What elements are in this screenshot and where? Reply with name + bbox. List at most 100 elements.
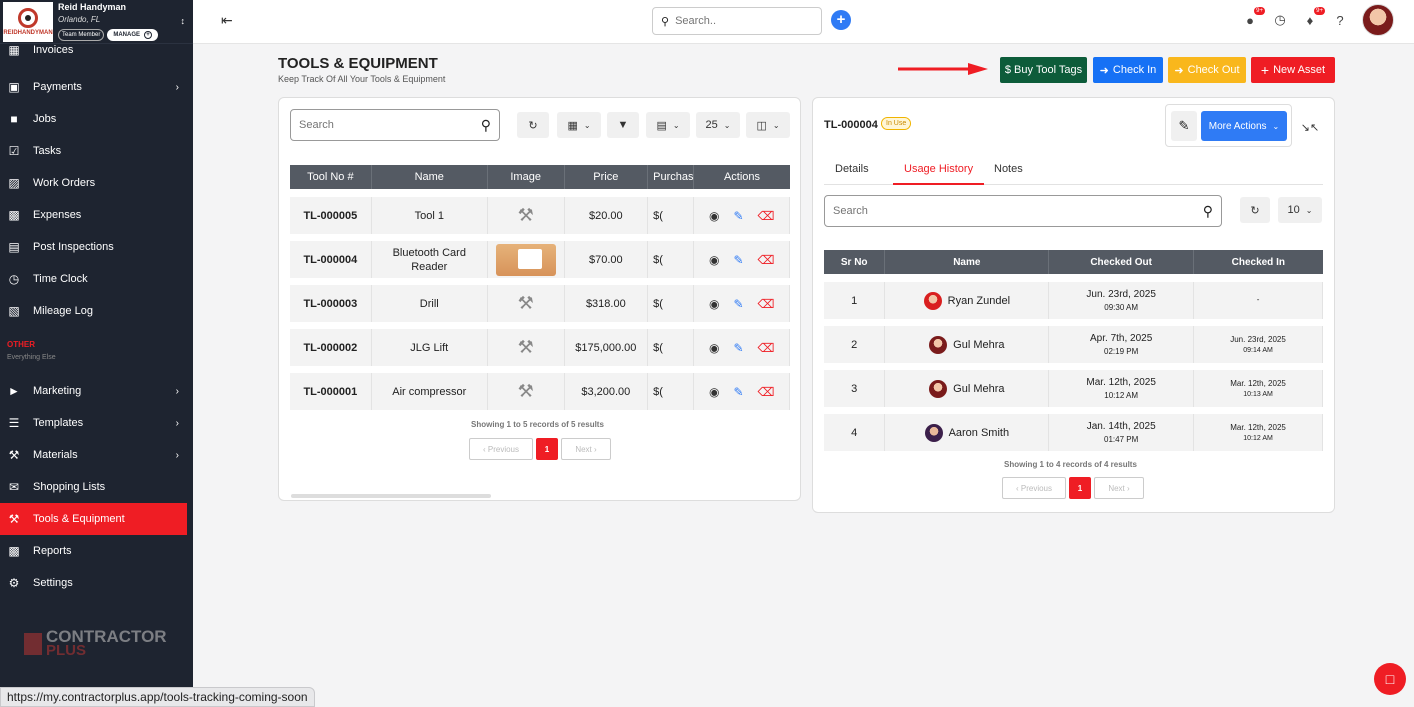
sidebar-item-jobs[interactable]: ■ Jobs (0, 103, 187, 135)
inspection-icon: ▤ (8, 240, 20, 254)
sidebar-item-payments[interactable]: ▣ Payments › (0, 71, 187, 103)
tools-search[interactable]: ⚲ (290, 109, 500, 141)
chevron-right-icon: › (175, 385, 179, 397)
table-row[interactable]: TL-000004 Bluetooth Card Reader $70.00 $… (290, 241, 790, 278)
column-header[interactable]: Price (564, 165, 649, 189)
column-header[interactable]: Purchas (647, 165, 695, 189)
page-1-button[interactable]: 1 (1069, 477, 1091, 499)
column-header[interactable]: Name (884, 250, 1050, 274)
sidebar-item-reports[interactable]: ▩ Reports (0, 535, 187, 567)
page-1-button[interactable]: 1 (536, 438, 558, 460)
view-dropdown[interactable]: ▤ ⌄ (646, 112, 690, 138)
page-size-select[interactable]: 25 ⌄ (696, 112, 740, 138)
sidebar-item-tools-equipment[interactable]: ⚒ Tools & Equipment (0, 503, 187, 535)
tool-thumbnail[interactable] (495, 243, 556, 276)
sidebar-item-settings[interactable]: ⚙ Settings (0, 567, 187, 599)
columns-dropdown[interactable]: ▦ ⌄ (557, 112, 601, 138)
tools-placeholder-icon: ⚒ (517, 293, 534, 313)
column-header[interactable]: Image (487, 165, 565, 189)
search-icon: ⚲ (480, 116, 491, 133)
table-row[interactable]: 2 Gul Mehra Apr. 7th, 2025 02:19 PM Jun. … (824, 326, 1323, 363)
page-size-select[interactable]: 10 ⌄ (1278, 197, 1322, 223)
edit-tool-button[interactable]: ✎ (1171, 111, 1197, 141)
sidebar-item-time-clock[interactable]: ◷ Time Clock (0, 263, 187, 295)
filter-button[interactable]: ▼ (607, 112, 639, 138)
clock-icon[interactable]: ◷ (1272, 12, 1288, 28)
horizontal-scrollbar[interactable] (291, 494, 491, 498)
tools-showing-count: Showing 1 to 5 records of 5 results (471, 420, 604, 429)
sidebar-item-shopping-lists[interactable]: ✉ Shopping Lists (0, 471, 187, 503)
delete-icon[interactable]: ⌫ (758, 209, 775, 223)
edit-icon[interactable]: ✎ (733, 385, 743, 399)
sidebar-item-invoices[interactable]: ▦ Invoices (0, 39, 187, 61)
edit-icon[interactable]: ✎ (733, 297, 743, 311)
view-icon[interactable]: ◉ (709, 209, 719, 223)
table-row[interactable]: 1 Ryan Zundel Jun. 23rd, 2025 09:30 AM - (824, 282, 1323, 319)
view-icon[interactable]: ◉ (709, 385, 719, 399)
tab-notes[interactable]: Notes (994, 163, 1023, 185)
table-row[interactable]: 3 Gul Mehra Mar. 12th, 2025 10:12 AM Mar.… (824, 370, 1323, 407)
next-page-button[interactable]: Next › (1094, 477, 1144, 499)
view-icon[interactable]: ◉ (709, 253, 719, 267)
usage-search-input[interactable] (833, 205, 1203, 217)
column-header[interactable]: Sr No (824, 250, 886, 274)
previous-page-button[interactable]: ‹ Previous (1002, 477, 1066, 499)
check-out-button[interactable]: ➜ Check Out (1168, 57, 1246, 83)
edit-icon[interactable]: ✎ (733, 341, 743, 355)
delete-icon[interactable]: ⌫ (758, 341, 775, 355)
table-row[interactable]: 4 Aaron Smith Jan. 14th, 2025 01:47 PM Ma… (824, 414, 1323, 451)
sidebar-item-tasks[interactable]: ☑ Tasks (0, 135, 187, 167)
tools-placeholder-icon: ⚒ (517, 381, 534, 401)
column-header[interactable]: Tool No # (290, 165, 372, 189)
collapse-panel-icon[interactable]: ↘↖ (1297, 114, 1323, 140)
sidebar-item-work-orders[interactable]: ▨ Work Orders (0, 167, 187, 199)
sidebar-item-materials[interactable]: ⚒ Materials › (0, 439, 187, 471)
refresh-button[interactable]: ↻ (517, 112, 549, 138)
table-row[interactable]: TL-000001 Air compressor ⚒ $3,200.00 $( … (290, 373, 790, 410)
sidebar-item-mileage-log[interactable]: ▧ Mileage Log (0, 295, 187, 327)
logo-gear-icon (18, 7, 38, 28)
table-row[interactable]: TL-000003 Drill ⚒ $318.00 $( ◉ ✎ ⌫ (290, 285, 790, 322)
column-header[interactable]: Name (371, 165, 488, 189)
refresh-button[interactable]: ↻ (1240, 197, 1270, 223)
global-search-input[interactable] (675, 15, 806, 27)
delete-icon[interactable]: ⌫ (758, 385, 775, 399)
bell-icon[interactable]: ♦ 9+ (1302, 7, 1325, 28)
column-header[interactable]: Checked In (1193, 250, 1323, 274)
column-header[interactable]: Checked Out (1048, 250, 1195, 274)
view-icon[interactable]: ◉ (709, 341, 719, 355)
team-icon[interactable]: ● 9+ (1242, 7, 1265, 28)
refresh-icon: ↻ (1250, 204, 1260, 217)
user-avatar[interactable] (1362, 4, 1394, 36)
more-actions-button[interactable]: More Actions ⌄ (1201, 111, 1287, 141)
view-icon[interactable]: ◉ (709, 297, 719, 311)
sidebar-item-templates[interactable]: ☰ Templates › (0, 407, 187, 439)
tab-details[interactable]: Details (835, 163, 869, 185)
sidebar-item-expenses[interactable]: ▩ Expenses (0, 199, 187, 231)
switch-company-chevron-icon[interactable]: ↕ (181, 16, 186, 26)
buy-tool-tags-button[interactable]: $ Buy Tool Tags (1000, 57, 1087, 83)
quick-add-button[interactable]: + (831, 10, 851, 30)
chat-button[interactable]: □ (1374, 663, 1406, 695)
sidebar-item-post-inspections[interactable]: ▤ Post Inspections (0, 231, 187, 263)
usage-search[interactable]: ⚲ (824, 195, 1222, 227)
collapse-sidebar-icon[interactable]: ⇤ (221, 12, 233, 29)
tab-usage-history[interactable]: Usage History (893, 163, 985, 185)
delete-icon[interactable]: ⌫ (758, 253, 775, 267)
previous-page-button[interactable]: ‹ Previous (469, 438, 533, 460)
detail-tabs: Details Usage History Notes (824, 158, 1323, 185)
brand-header[interactable]: REIDHANDYMAN Reid Handyman Orlando, FL T… (0, 0, 193, 44)
table-row[interactable]: TL-000005 Tool 1 ⚒ $20.00 $( ◉ ✎ ⌫ (290, 197, 790, 234)
edit-icon[interactable]: ✎ (733, 253, 743, 267)
sidebar-item-marketing[interactable]: ► Marketing › (0, 375, 187, 407)
tools-search-input[interactable] (299, 119, 481, 131)
edit-icon[interactable]: ✎ (733, 209, 743, 223)
table-row[interactable]: TL-000002 JLG Lift ⚒ $175,000.00 $( ◉ ✎ ⌫ (290, 329, 790, 366)
new-asset-button[interactable]: + New Asset (1251, 57, 1335, 83)
global-search[interactable]: ⚲ (652, 7, 822, 35)
next-page-button[interactable]: Next › (561, 438, 611, 460)
check-in-button[interactable]: ➜ Check In (1093, 57, 1163, 83)
help-icon[interactable]: ? (1332, 12, 1348, 28)
delete-icon[interactable]: ⌫ (758, 297, 775, 311)
export-dropdown[interactable]: ◫ ⌄ (746, 112, 790, 138)
